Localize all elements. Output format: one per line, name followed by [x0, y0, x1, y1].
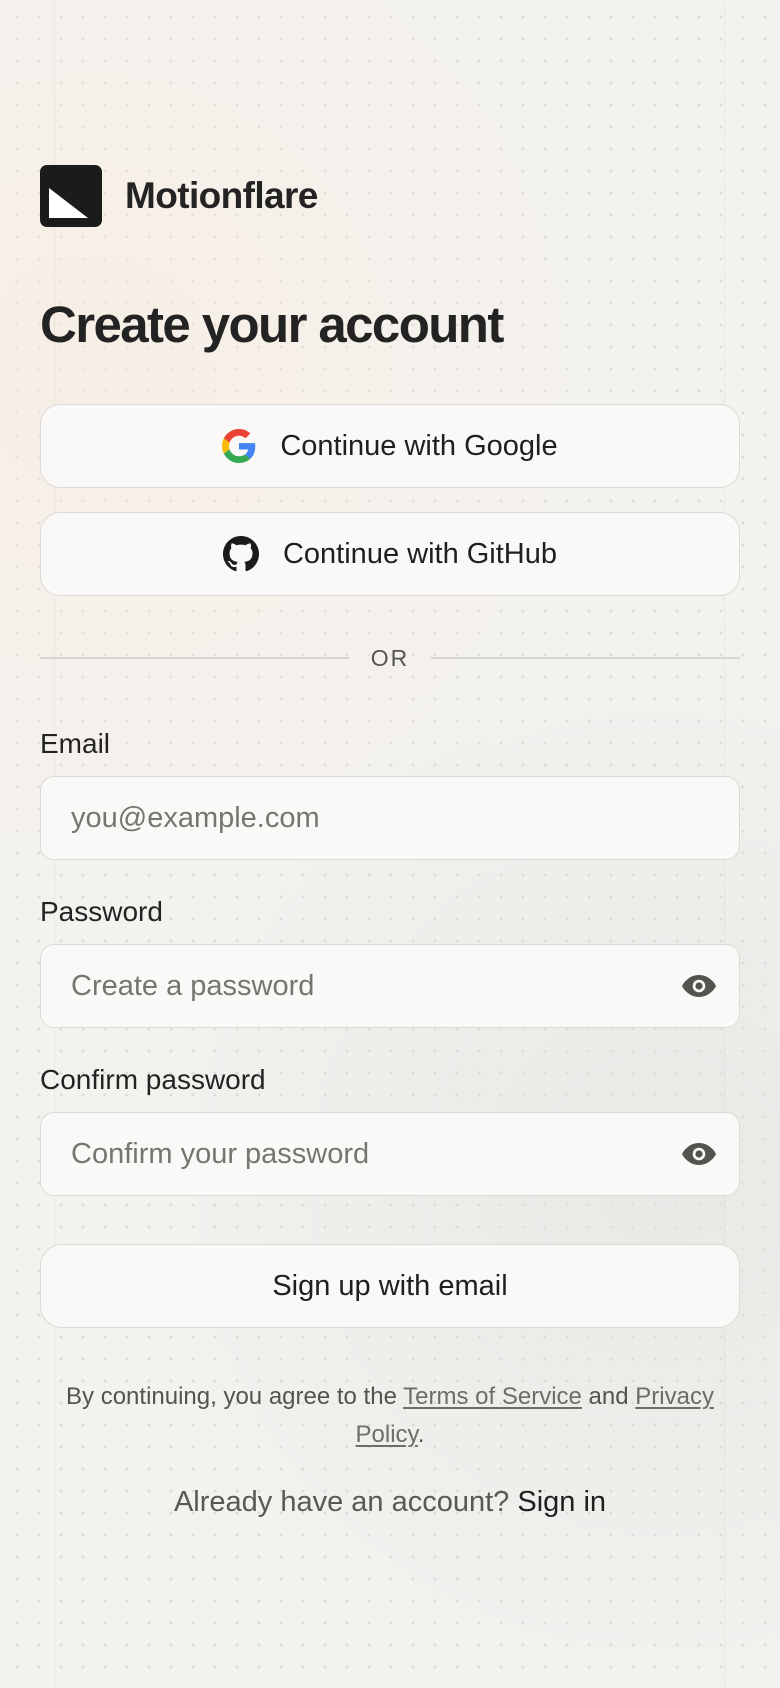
continue-with-google-button[interactable]: Continue with Google: [40, 404, 740, 488]
continue-with-github-label: Continue with GitHub: [282, 537, 558, 570]
password-visibility-toggle[interactable]: [679, 966, 719, 1006]
sign-in-prompt: Already have an account? Sign in: [40, 1486, 740, 1519]
password-field[interactable]: [41, 945, 679, 1027]
sign-in-prompt-text: Already have an account?: [173, 1486, 518, 1518]
eye-icon: [682, 1143, 716, 1165]
confirm-password-visibility-toggle[interactable]: [679, 1134, 719, 1174]
email-label: Email: [40, 728, 111, 759]
or-divider: OR: [40, 643, 740, 673]
terms-notice: By continuing, you agree to the Terms of…: [40, 1378, 740, 1454]
eye-icon: [682, 975, 716, 997]
google-icon: [222, 429, 256, 463]
terms-suffix: .: [417, 1421, 425, 1448]
divider-text: OR: [370, 644, 410, 671]
sign-up-with-email-button[interactable]: Sign up with email: [40, 1244, 740, 1328]
password-field-wrapper: [40, 944, 740, 1028]
brand-name: Motionflare: [125, 175, 318, 216]
sign-in-link[interactable]: Sign in: [517, 1486, 606, 1518]
continue-with-github-button[interactable]: Continue with GitHub: [40, 512, 740, 596]
terms-middle: and: [581, 1383, 636, 1410]
terms-prefix: By continuing, you agree to the: [66, 1383, 404, 1410]
confirm-password-field[interactable]: [41, 1113, 679, 1195]
brand: Motionflare: [40, 165, 318, 227]
email-field-wrapper: [40, 776, 740, 860]
confirm-password-label: Confirm password: [40, 1064, 266, 1095]
divider-rule-left: [40, 657, 349, 659]
confirm-password-field-wrapper: [40, 1112, 740, 1196]
motionflare-logo-icon: [40, 165, 102, 227]
password-label: Password: [40, 896, 163, 927]
divider-rule-right: [431, 657, 740, 659]
github-icon: [222, 536, 259, 572]
page-title: Create your account: [40, 296, 504, 353]
continue-with-google-label: Continue with Google: [280, 429, 558, 462]
terms-of-service-link[interactable]: Terms of Service: [403, 1383, 582, 1410]
email-field[interactable]: [41, 777, 739, 859]
